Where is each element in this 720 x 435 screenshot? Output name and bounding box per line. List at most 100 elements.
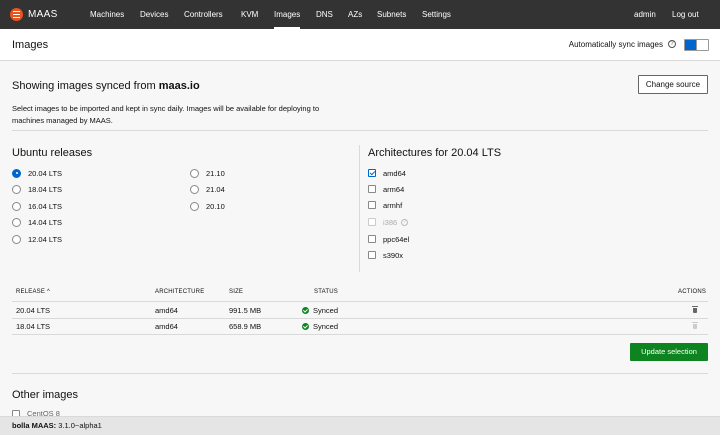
column-header-status: STATUS bbox=[314, 289, 338, 295]
table-header-divider bbox=[12, 301, 708, 302]
help-icon[interactable]: ? bbox=[401, 218, 409, 226]
nav-item-kvm[interactable]: KVM bbox=[241, 0, 258, 29]
help-icon[interactable]: ? bbox=[668, 40, 676, 48]
release-radio-20-10[interactable]: 20.10 bbox=[190, 200, 225, 212]
radio[interactable] bbox=[12, 217, 21, 227]
column-header-architecture: ARCHITECTURE bbox=[155, 289, 205, 295]
header-label: RELEASE bbox=[16, 289, 46, 295]
column-header-actions: ACTIONS bbox=[678, 289, 707, 295]
radio[interactable] bbox=[12, 184, 21, 194]
nav-item-dns[interactable]: DNS bbox=[316, 0, 333, 29]
arch-checkbox-armhf[interactable]: armhf bbox=[368, 199, 402, 211]
radio-checked[interactable] bbox=[12, 168, 21, 178]
delete-trash-icon-disabled bbox=[692, 322, 698, 329]
release-label: 14.04 LTS bbox=[28, 217, 63, 227]
arch-label: armhf bbox=[383, 200, 403, 210]
auto-sync-label: Automatically sync images bbox=[568, 40, 663, 49]
row-1-architecture: amd64 bbox=[155, 306, 178, 315]
synced-check-icon bbox=[302, 323, 309, 330]
release-label: 20.04 LTS bbox=[28, 168, 63, 178]
row-2-release: 18.04 LTS bbox=[16, 322, 51, 331]
divider bbox=[12, 373, 708, 374]
radio[interactable] bbox=[12, 201, 21, 211]
footer-version: 3.1.0~alpha1 bbox=[56, 421, 102, 430]
release-label: 16.04 LTS bbox=[28, 201, 63, 211]
checkbox[interactable] bbox=[368, 201, 376, 209]
release-radio-20-04[interactable]: 20.04 LTS bbox=[12, 167, 62, 179]
arch-label: s390x bbox=[383, 250, 404, 260]
arch-checkbox-ppc64el[interactable]: ppc64el bbox=[368, 233, 409, 245]
source-prefix: Showing images synced from bbox=[12, 80, 159, 92]
nav-item-images[interactable]: Images bbox=[274, 0, 301, 29]
source-name: maas.io bbox=[158, 80, 200, 92]
release-radio-12-04[interactable]: 12.04 LTS bbox=[12, 233, 62, 245]
ubuntu-releases-title: Ubuntu releases bbox=[12, 147, 93, 159]
radio[interactable] bbox=[190, 168, 199, 178]
brand-name: MAAS bbox=[28, 9, 58, 20]
arch-checkbox-amd64[interactable]: amd64 bbox=[368, 167, 406, 179]
radio[interactable] bbox=[12, 234, 21, 244]
row-1-release: 20.04 LTS bbox=[16, 306, 51, 315]
row-2-status: Synced bbox=[302, 322, 338, 331]
release-radio-16-04[interactable]: 16.04 LTS bbox=[12, 200, 62, 212]
nav-user-admin[interactable]: admin bbox=[634, 0, 656, 29]
release-radio-21-10[interactable]: 21.10 bbox=[190, 167, 225, 179]
nav-item-subnets[interactable]: Subnets bbox=[377, 0, 406, 29]
column-header-release[interactable]: RELEASE ^ bbox=[16, 289, 50, 295]
nav-item-machines[interactable]: Machines bbox=[90, 0, 124, 29]
page-header: Images Automatically sync images ? bbox=[0, 29, 720, 61]
column-header-size: SIZE bbox=[229, 289, 244, 295]
checkbox[interactable] bbox=[368, 235, 376, 243]
status-text: Synced bbox=[313, 306, 339, 315]
release-label: 18.04 LTS bbox=[28, 184, 63, 194]
radio[interactable] bbox=[190, 184, 199, 194]
checkbox-checked[interactable] bbox=[368, 169, 376, 177]
release-radio-18-04[interactable]: 18.04 LTS bbox=[12, 183, 62, 195]
checkbox[interactable] bbox=[368, 251, 376, 259]
logout-link[interactable]: Log out bbox=[672, 0, 699, 29]
arch-checkbox-i386: i386? bbox=[368, 216, 409, 228]
row-1-status: Synced bbox=[302, 306, 338, 315]
row-1-size: 991.5 MB bbox=[229, 306, 262, 315]
delete-trash-icon[interactable] bbox=[692, 306, 698, 313]
source-heading: Showing images synced from maas.io bbox=[12, 80, 200, 92]
top-navigation: MAAS Machines Devices Controllers KVM Im… bbox=[0, 0, 720, 29]
release-label: 21.04 bbox=[206, 184, 225, 194]
status-footer: bolla MAAS: 3.1.0~alpha1 bbox=[0, 416, 720, 435]
source-description: Select images to be imported and kept in… bbox=[12, 104, 320, 125]
arch-checkbox-s390x[interactable]: s390x bbox=[368, 249, 403, 261]
arch-label: amd64 bbox=[383, 168, 406, 178]
auto-sync-toggle[interactable] bbox=[684, 39, 709, 51]
nav-item-devices[interactable]: Devices bbox=[140, 0, 168, 29]
release-radio-14-04[interactable]: 14.04 LTS bbox=[12, 216, 62, 228]
nav-item-controllers[interactable]: Controllers bbox=[184, 0, 223, 29]
nav-item-settings[interactable]: Settings bbox=[422, 0, 451, 29]
page-title: Images bbox=[12, 39, 49, 51]
arch-label: arm64 bbox=[383, 184, 405, 194]
checkbox[interactable] bbox=[368, 185, 376, 193]
toggle-knob bbox=[696, 40, 708, 50]
architectures-title: Architectures for 20.04 LTS bbox=[368, 147, 502, 159]
arch-label: ppc64el bbox=[383, 234, 410, 244]
divider bbox=[12, 130, 708, 131]
release-label: 12.04 LTS bbox=[28, 234, 63, 244]
arch-checkbox-arm64[interactable]: arm64 bbox=[368, 183, 404, 195]
update-selection-button[interactable]: Update selection bbox=[630, 343, 708, 361]
radio[interactable] bbox=[190, 201, 199, 211]
change-source-button[interactable]: Change source bbox=[638, 75, 708, 94]
release-radio-21-04[interactable]: 21.04 bbox=[190, 183, 225, 195]
synced-check-icon bbox=[302, 307, 309, 314]
row-2-size: 658.9 MB bbox=[229, 322, 262, 331]
checkbox-disabled bbox=[368, 218, 376, 226]
release-label: 21.10 bbox=[206, 168, 225, 178]
row-divider bbox=[12, 318, 708, 319]
arch-label: i386 bbox=[383, 217, 398, 227]
footer-host: bolla MAAS: bbox=[12, 421, 57, 430]
release-label: 20.10 bbox=[206, 201, 225, 211]
row-divider bbox=[12, 334, 708, 335]
column-divider bbox=[359, 145, 360, 272]
nav-item-azs[interactable]: AZs bbox=[348, 0, 362, 29]
maas-logo-icon bbox=[10, 8, 23, 21]
brand[interactable]: MAAS bbox=[10, 8, 90, 21]
sort-ascending-icon: ^ bbox=[46, 289, 50, 295]
